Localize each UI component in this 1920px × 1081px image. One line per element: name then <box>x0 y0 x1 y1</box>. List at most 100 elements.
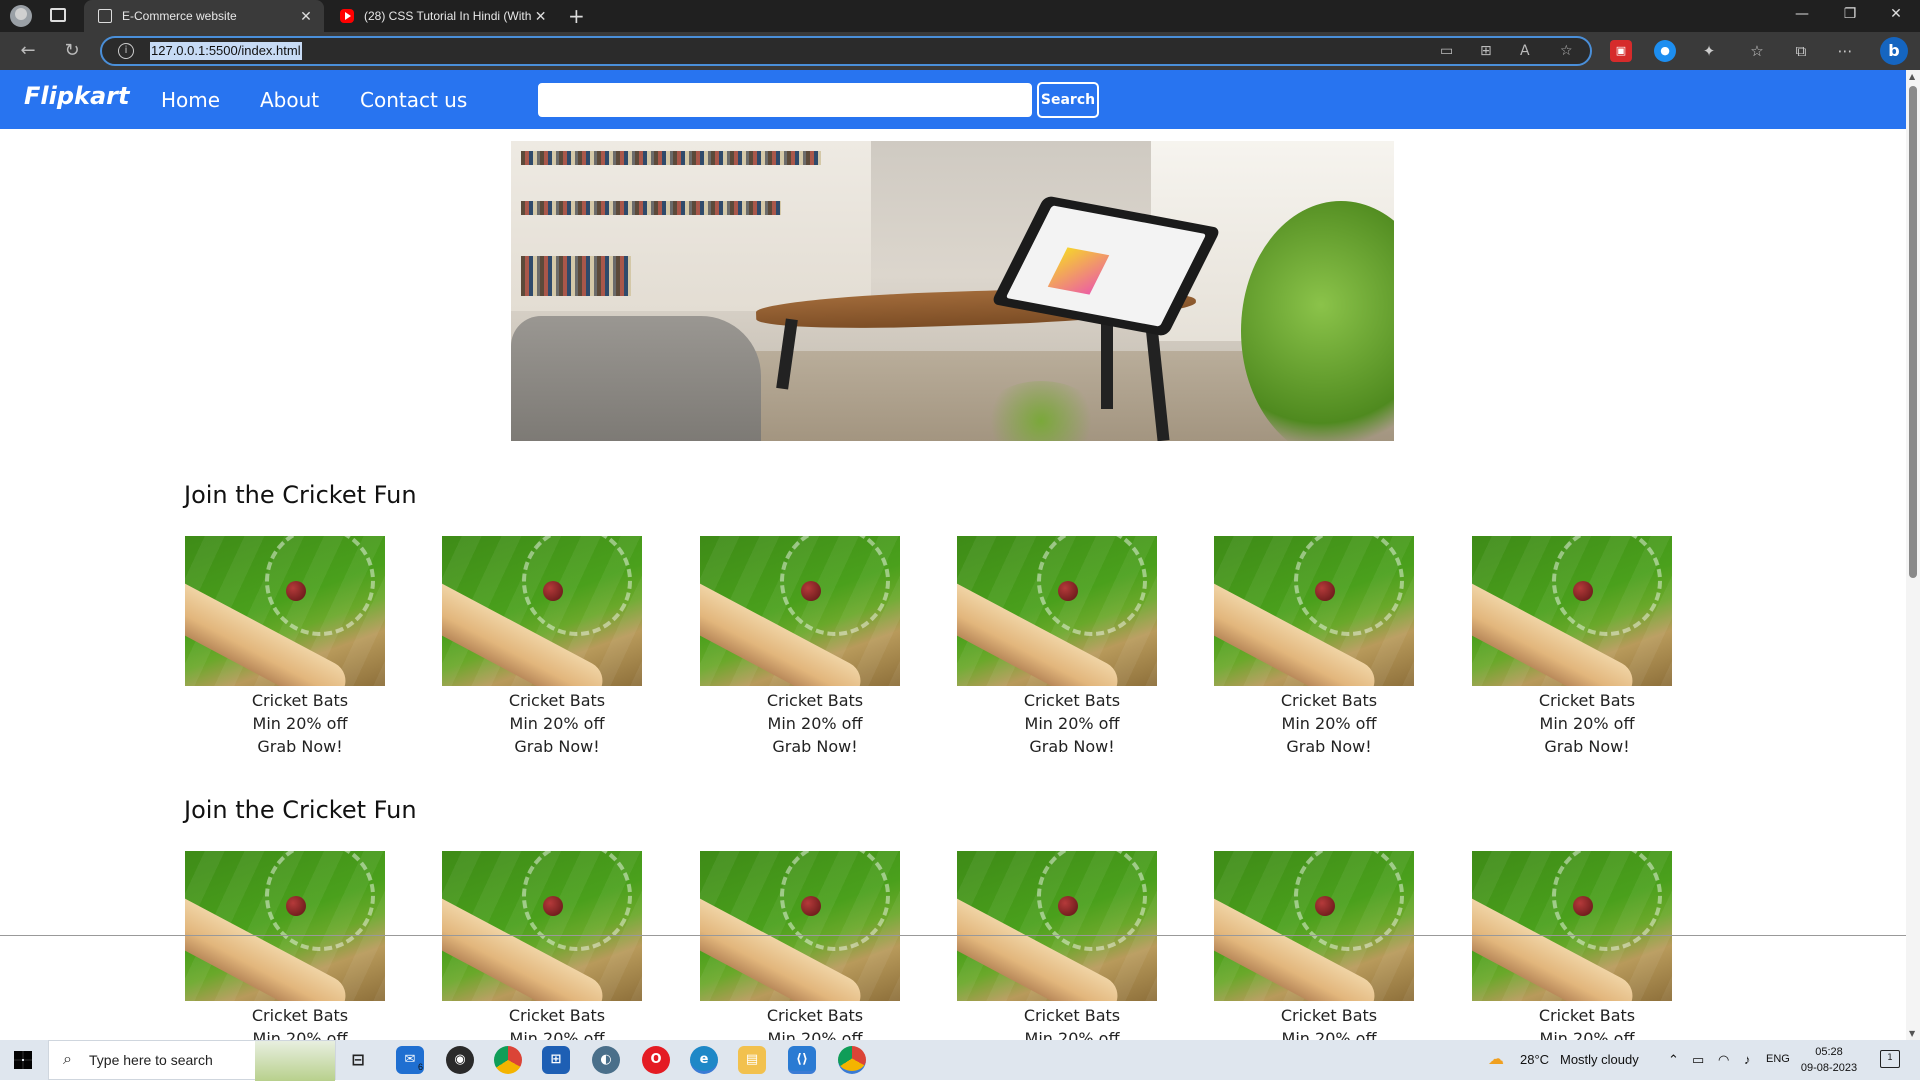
window-close-button[interactable]: ✕ <box>1874 6 1918 22</box>
page-viewport: Flipkart Home About Contact us Search Jo… <box>0 70 1920 1040</box>
task-view-icon[interactable]: ⊟ <box>344 1046 372 1074</box>
edge-icon[interactable]: e <box>690 1046 718 1074</box>
nav-contact[interactable]: Contact us <box>360 88 467 112</box>
weather-temp[interactable]: 28°C <box>1520 1052 1549 1067</box>
close-icon[interactable]: ✕ <box>296 8 316 25</box>
cricket-bat-image[interactable] <box>185 851 385 1001</box>
restore-button[interactable]: ❐ <box>1828 6 1872 22</box>
cricket-ball <box>1573 896 1593 916</box>
extensions-puzzle-icon[interactable]: ✦ <box>1698 40 1720 62</box>
tab-youtube[interactable]: (28) CSS Tutorial In Hindi (With N ✕ <box>326 0 558 32</box>
url-text[interactable]: 127.0.0.1:5500/index.html <box>150 42 302 60</box>
site-info-icon[interactable]: i <box>118 43 134 59</box>
vscode-icon[interactable]: ⟨⟩ <box>788 1046 816 1074</box>
back-arrow-icon[interactable]: ← <box>16 40 40 61</box>
product-name: Cricket Bats <box>251 691 349 710</box>
nav-home[interactable]: Home <box>161 88 220 112</box>
page-scrollbar[interactable]: ▲ ▼ <box>1906 70 1920 1040</box>
clock-time: 05:28 <box>1815 1046 1843 1058</box>
product-cta[interactable]: Grab Now! <box>699 737 931 756</box>
cricket-bat-image[interactable] <box>957 851 1157 1001</box>
windows-taskbar: ⌕ Type here to search ⊟ ✉ 6 ◉ ⊞ ◐ O e ▤ … <box>0 1040 1920 1081</box>
reload-icon[interactable]: ↻ <box>60 40 84 61</box>
minimize-button[interactable]: — <box>1780 6 1824 22</box>
app-icon[interactable]: ◐ <box>592 1046 620 1074</box>
scroll-up-icon[interactable]: ▲ <box>1909 72 1915 81</box>
favorite-star-icon[interactable]: ☆ <box>1560 43 1573 59</box>
tab-actions-icon[interactable] <box>50 8 66 22</box>
product-cta[interactable]: Grab Now! <box>1471 737 1703 756</box>
cricket-bat-image[interactable] <box>185 536 385 686</box>
product-name: Cricket Bats <box>1538 1006 1636 1025</box>
site-navbar: Flipkart Home About Contact us Search <box>0 70 1906 129</box>
read-aloud-icon[interactable]: A <box>1520 43 1530 59</box>
profile-avatar-icon[interactable] <box>10 5 32 27</box>
page-icon <box>98 9 112 23</box>
chevron-up-icon[interactable]: ⌃ <box>1668 1052 1679 1068</box>
product-cta[interactable]: Grab Now! <box>441 737 673 756</box>
product-cta[interactable]: Grab Now! <box>956 737 1188 756</box>
extension-shield-icon[interactable]: ● <box>1654 40 1676 62</box>
product-name: Cricket Bats <box>1023 691 1121 710</box>
taskbar-clock[interactable]: 05:28 09-08-2023 <box>1796 1044 1862 1076</box>
product-offer: Min 20% off <box>767 714 863 733</box>
extension-icon[interactable]: ▣ <box>1610 40 1632 62</box>
search-input[interactable] <box>538 83 1032 117</box>
scroll-down-icon[interactable]: ▼ <box>1909 1029 1915 1038</box>
windows-start-icon[interactable] <box>14 1051 32 1069</box>
wifi-icon[interactable]: ◠ <box>1718 1052 1729 1068</box>
close-icon[interactable]: ✕ <box>531 8 550 25</box>
product-offer: Min 20% off <box>1024 714 1120 733</box>
weather-condition[interactable]: Mostly cloudy <box>1560 1052 1639 1067</box>
immersive-reader-icon[interactable]: ▭ <box>1440 43 1453 59</box>
cricket-bat-image[interactable] <box>1472 851 1672 1001</box>
product-name: Cricket Bats <box>1280 1006 1378 1025</box>
tab-title: E-Commerce website <box>122 9 237 23</box>
more-menu-icon[interactable]: ⋯ <box>1834 40 1856 62</box>
language-indicator[interactable]: ENG <box>1766 1053 1790 1065</box>
product-offer: Min 20% off <box>767 1029 863 1040</box>
cricket-bat-image[interactable] <box>700 536 900 686</box>
cricket-bat-image[interactable] <box>957 536 1157 686</box>
media-app-icon[interactable]: ◉ <box>446 1046 474 1074</box>
mail-badge: 6 <box>418 1062 424 1072</box>
collections-icon[interactable]: ⧉ <box>1790 40 1812 62</box>
notification-icon[interactable]: 1 <box>1880 1050 1900 1068</box>
opera-icon[interactable]: O <box>642 1046 670 1074</box>
search-highlight-image <box>255 1041 335 1081</box>
store-icon[interactable]: ⊞ <box>542 1046 570 1074</box>
new-tab-button[interactable]: + <box>568 4 585 28</box>
product-cta[interactable]: Grab Now! <box>1213 737 1445 756</box>
search-button[interactable]: Search <box>1037 82 1099 118</box>
taskbar-search-placeholder: Type here to search <box>89 1052 213 1068</box>
device-icon[interactable]: ▭ <box>1692 1052 1704 1068</box>
apps-icon[interactable]: ⊞ <box>1480 43 1492 59</box>
cricket-bat-image[interactable] <box>700 851 900 1001</box>
chrome-icon[interactable] <box>494 1046 522 1074</box>
cricket-bat-image[interactable] <box>442 536 642 686</box>
cricket-bat-image[interactable] <box>1472 536 1672 686</box>
site-logo[interactable]: Flipkart <box>24 82 130 110</box>
weather-icon[interactable]: ☁ <box>1488 1049 1504 1069</box>
taskbar-search[interactable]: ⌕ Type here to search <box>48 1040 336 1081</box>
volume-icon[interactable]: ♪ <box>1744 1052 1751 1067</box>
chrome-icon[interactable] <box>838 1046 866 1074</box>
cricket-ball <box>1315 581 1335 601</box>
cricket-bat-image[interactable] <box>442 851 642 1001</box>
cricket-bat-image[interactable] <box>1214 536 1414 686</box>
product-offer: Min 20% off <box>1281 714 1377 733</box>
scrollbar-thumb[interactable] <box>1909 86 1917 578</box>
product-name: Cricket Bats <box>766 1006 864 1025</box>
bing-copilot-icon[interactable]: b <box>1880 37 1908 65</box>
product-offer: Min 20% off <box>509 714 605 733</box>
product-cta[interactable]: Grab Now! <box>184 737 416 756</box>
address-bar[interactable]: i 127.0.0.1:5500/index.html ▭ ⊞ A ☆ <box>100 36 1592 66</box>
hero-sofa <box>511 316 761 441</box>
tab-ecommerce[interactable]: E-Commerce website ✕ <box>84 0 324 32</box>
cricket-bat-image[interactable] <box>1214 851 1414 1001</box>
nav-about[interactable]: About <box>260 88 319 112</box>
cricket-ball <box>801 581 821 601</box>
favorites-icon[interactable]: ☆ <box>1746 40 1768 62</box>
file-explorer-icon[interactable]: ▤ <box>738 1046 766 1074</box>
cricket-ball <box>543 896 563 916</box>
